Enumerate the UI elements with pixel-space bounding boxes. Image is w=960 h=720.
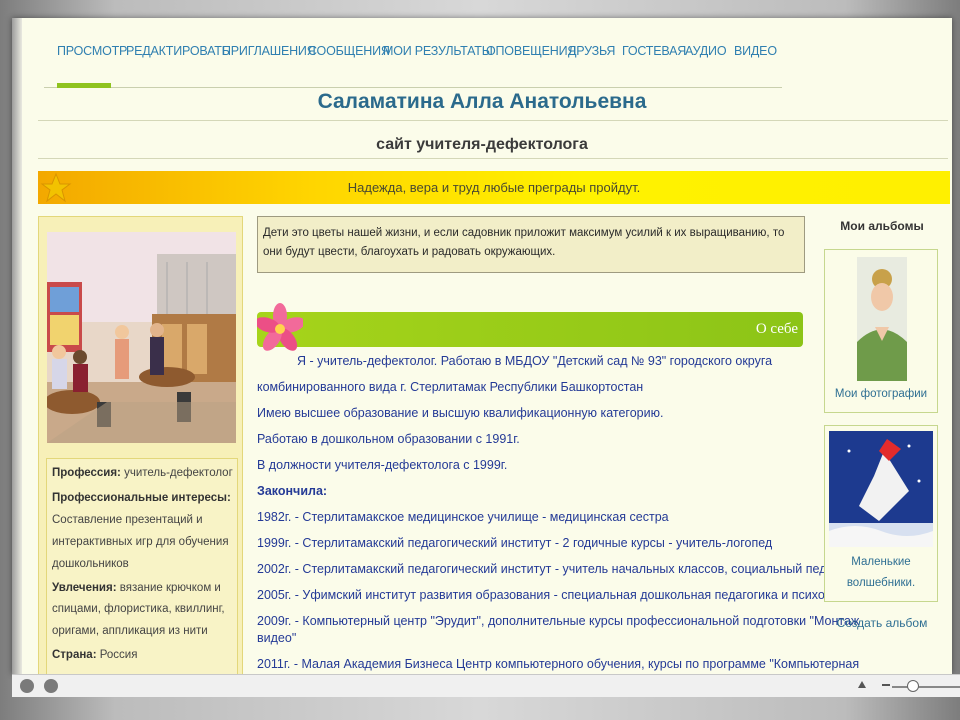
hobbies-row: Увлечения: вязание крючком и — [52, 582, 221, 594]
album-my-photos[interactable]: Мои фотографии — [824, 249, 938, 413]
education-item: 2002г. - Стерлитамакский педагогический … — [257, 562, 850, 576]
albums-title: Мои альбомы — [840, 219, 924, 233]
album-label[interactable]: Маленькие — [825, 552, 937, 572]
profile-info: Профессия: учитель-дефектолог Профессион… — [46, 458, 238, 674]
hobbies-line: оригами, аппликация из нити — [52, 625, 208, 637]
divider — [38, 120, 948, 121]
interests-line: дошкольников — [52, 558, 129, 570]
motto-banner: Надежда, вера и труд любые преграды прой… — [38, 171, 950, 204]
viewer-toolbar — [12, 674, 960, 697]
quote-text: Дети это цветы нашей жизни, и если садов… — [263, 227, 785, 258]
user-icon[interactable] — [20, 679, 34, 693]
zoom-out-icon[interactable] — [882, 684, 890, 686]
album-little-wizards[interactable]: Маленькие волшебники. — [824, 425, 938, 602]
classroom-photo — [47, 232, 236, 443]
country-label: Страна: — [52, 649, 97, 661]
album-label[interactable]: волшебники. — [825, 573, 937, 593]
window-edge — [12, 18, 22, 674]
about-header: О себе — [257, 312, 803, 347]
quote-box: Дети это цветы нашей жизни, и если садов… — [257, 216, 805, 273]
profession-row: Профессия: учитель-дефектолог — [52, 467, 233, 479]
about-line: комбинированного вида г. Стерлитамак Рес… — [257, 380, 644, 394]
album-label[interactable]: Мои фотографии — [825, 384, 937, 404]
nav-friends[interactable]: ДРУЗЬЯ — [568, 44, 615, 58]
settings-icon[interactable] — [44, 679, 58, 693]
page-title: Саламатина Алла Анатольевна — [317, 90, 647, 113]
collapse-icon[interactable] — [858, 681, 866, 688]
profession-label: Профессия: — [52, 467, 121, 479]
site-subtitle: сайт учителя-дефектолога — [376, 136, 588, 153]
about-title: О себе — [755, 321, 798, 337]
nav-notifications[interactable]: ОПОВЕЩЕНИЯ — [486, 44, 576, 58]
zoom-slider[interactable] — [892, 686, 960, 688]
interests-heading: Профессиональные интересы: — [52, 492, 231, 504]
interests-line: Составление презентаций и — [52, 514, 203, 526]
country-value: Россия — [99, 649, 138, 661]
divider — [38, 158, 948, 159]
create-album-link[interactable]: Создать альбом — [824, 616, 940, 630]
education-item: 2005г. - Уфимский институт развития обра… — [257, 588, 858, 602]
about-line: Я - учитель-дефектолог. Работаю в МБДОУ … — [297, 354, 773, 368]
education-item-cont: видео" — [257, 631, 297, 645]
nav-guestbook[interactable]: ГОСТЕВАЯ — [622, 44, 686, 58]
education-item: 1999г. - Стерлитамакский педагогический … — [257, 536, 773, 550]
education-item: 2009г. - Компьютерный центр "Эрудит", до… — [257, 614, 860, 628]
hobbies-line: спицами, флористика, квиллинг, — [52, 603, 225, 615]
nav-audio[interactable]: АУДИО — [685, 44, 727, 58]
education-item: 1982г. - Стерлитамакское медицинское учи… — [257, 510, 669, 524]
top-nav: ПРОСМОТР РЕДАКТИРОВАТЬ ПРИГЛАШЕНИЯ СООБЩ… — [44, 40, 782, 88]
album-cover-craft — [829, 431, 933, 547]
hobbies-label: Увлечения: — [52, 582, 117, 594]
about-line: Работаю в дошкольном образовании с 1991г… — [257, 432, 520, 446]
country-row: Страна: Россия — [52, 649, 137, 661]
browser-viewport: ПРОСМОТР РЕДАКТИРОВАТЬ ПРИГЛАШЕНИЯ СООБЩ… — [12, 18, 952, 674]
flower-icon — [257, 303, 303, 351]
nav-video[interactable]: ВИДЕО — [734, 44, 777, 58]
nav-edit[interactable]: РЕДАКТИРОВАТЬ — [126, 44, 230, 58]
education-heading: Закончила: — [257, 484, 328, 498]
about-line: Имею высшее образование и высшую квалифи… — [257, 406, 664, 420]
hobbies-value: вязание крючком и — [119, 582, 221, 594]
interests-line: интерактивных игр для обучения — [52, 536, 229, 548]
nav-messages[interactable]: СООБЩЕНИЯ — [308, 44, 390, 58]
profession-value: учитель-дефектолог — [124, 467, 233, 479]
nav-my-results[interactable]: МОИ РЕЗУЛЬТАТЫ — [383, 44, 493, 58]
nav-invitations[interactable]: ПРИГЛАШЕНИЯ — [222, 44, 316, 58]
zoom-slider-handle[interactable] — [907, 680, 919, 692]
interests-label: Профессиональные интересы: — [52, 492, 231, 504]
album-cover-portrait — [857, 257, 907, 381]
about-line: В должности учителя-дефектолога с 1999г. — [257, 458, 508, 472]
education-item: 2011г. - Малая Академия Бизнеса Центр ко… — [257, 657, 860, 671]
nav-view[interactable]: ПРОСМОТР — [57, 44, 127, 58]
motto-text: Надежда, вера и труд любые преграды прой… — [347, 180, 641, 195]
active-tab-indicator — [57, 83, 111, 88]
